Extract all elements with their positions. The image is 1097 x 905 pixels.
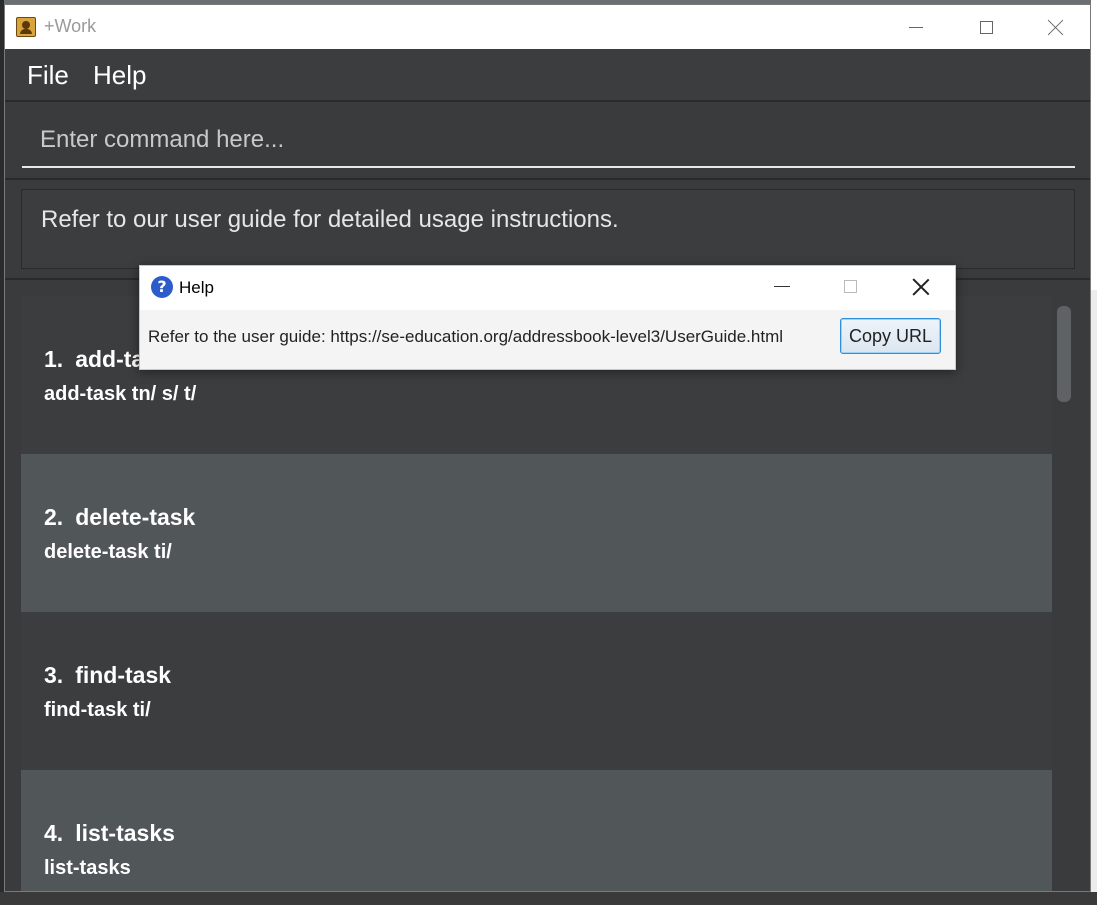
list-item[interactable]: 3. find-task find-task ti/: [21, 612, 1052, 770]
result-box: Refer to our user guide for detailed usa…: [21, 189, 1075, 269]
main-window: +Work File Help Refer to our user guide …: [4, 4, 1091, 892]
command-index: 3.: [44, 662, 64, 688]
maximize-icon: [979, 20, 993, 34]
help-dialog-titlebar[interactable]: ? Help: [140, 266, 955, 310]
result-text: Refer to our user guide for detailed usa…: [41, 206, 619, 233]
command-name: find-task: [75, 662, 172, 688]
command-title: 2. delete-task: [44, 504, 195, 531]
help-dialog: ? Help Refer to the user guide: https://…: [139, 265, 956, 370]
scrollbar-thumb[interactable]: [1057, 306, 1071, 402]
address-book-icon: [16, 17, 36, 37]
window-title: +Work: [44, 16, 97, 36]
command-usage: delete-task ti/: [44, 541, 172, 563]
command-index: 1.: [44, 346, 64, 372]
command-index: 2.: [44, 504, 64, 530]
command-name: delete-task: [75, 504, 196, 530]
command-index: 4.: [44, 820, 64, 846]
list-item[interactable]: 2. delete-task delete-task ti/: [21, 454, 1052, 612]
maximize-button[interactable]: [951, 5, 1021, 49]
question-icon: ?: [151, 276, 173, 298]
copy-url-button[interactable]: Copy URL: [840, 318, 941, 354]
command-list[interactable]: 1. add-task add-task tn/ s/ t/ 2. delete-t…: [21, 296, 1052, 891]
close-icon: [1048, 19, 1064, 35]
command-name: list-tasks: [75, 820, 175, 846]
help-close-button[interactable]: [912, 278, 930, 296]
command-usage: add-task tn/ s/ t/: [44, 383, 197, 405]
menu-file[interactable]: File: [27, 60, 69, 91]
help-dialog-title: Help: [179, 278, 214, 297]
help-minimize-button[interactable]: [774, 286, 790, 287]
command-title: 3. find-task: [44, 662, 171, 689]
desktop-background-bottom: [0, 892, 1097, 905]
command-title: 4. list-tasks: [44, 820, 175, 847]
menu-help[interactable]: Help: [93, 60, 146, 91]
help-maximize-button: [844, 280, 857, 293]
close-button[interactable]: [1021, 5, 1090, 49]
help-message: Refer to the user guide: https://se-educ…: [148, 327, 784, 346]
desktop-background-right-lower: [1091, 290, 1097, 905]
command-usage: find-task ti/: [44, 699, 151, 721]
minimize-icon: [909, 26, 923, 28]
command-input[interactable]: [22, 114, 1075, 168]
command-list-panel: 1. add-task add-task tn/ s/ t/ 2. delete-t…: [5, 282, 1090, 891]
command-box: [5, 102, 1090, 180]
minimize-button[interactable]: [881, 5, 951, 49]
window-titlebar[interactable]: +Work: [5, 5, 1090, 49]
list-item[interactable]: 4. list-tasks list-tasks: [21, 770, 1052, 891]
menu-bar: File Help: [5, 49, 1090, 102]
command-usage: list-tasks: [44, 857, 131, 879]
